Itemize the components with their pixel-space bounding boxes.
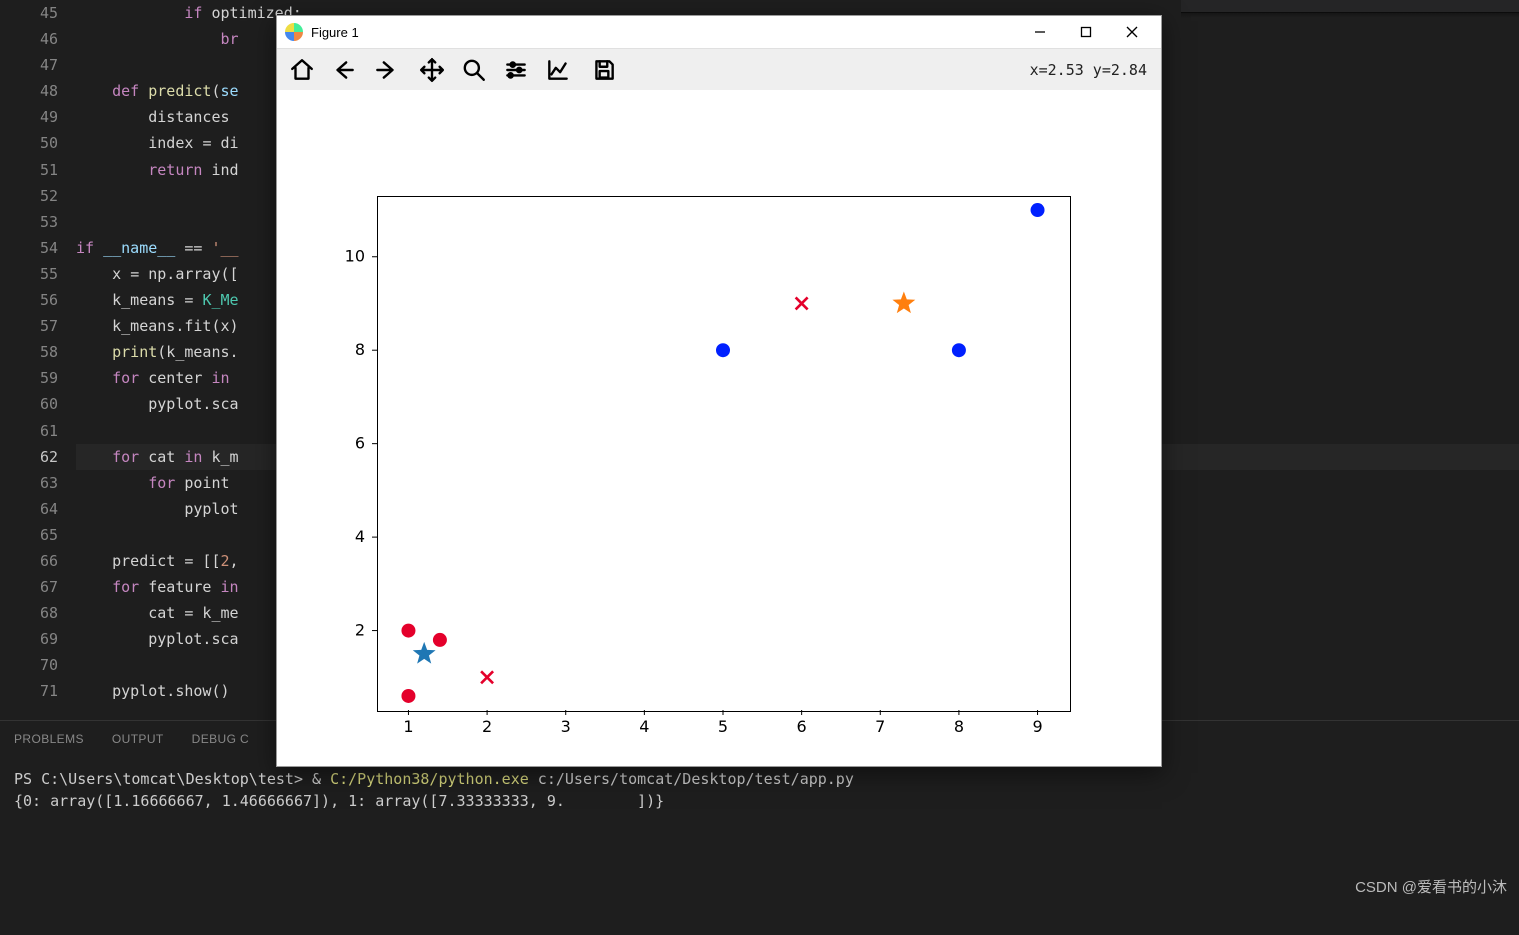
terminal-exe: C:/Python38/python.exe	[330, 770, 538, 788]
plot-axes	[377, 196, 1071, 712]
pan-icon[interactable]	[415, 53, 449, 87]
terminal[interactable]: PS C:\Users\tomcat\Desktop\test> & C:/Py…	[0, 760, 1519, 935]
svg-text:10: 10	[345, 247, 365, 266]
svg-text:9: 9	[1032, 717, 1042, 736]
save-icon[interactable]	[587, 53, 621, 87]
tab-debug-console[interactable]: DEBUG C	[192, 732, 249, 746]
matplotlib-icon	[285, 23, 303, 41]
svg-text:1: 1	[403, 717, 413, 736]
cursor-coordinates: x=2.53 y=2.84	[1030, 61, 1153, 79]
zoom-icon[interactable]	[457, 53, 491, 87]
forward-icon[interactable]	[369, 53, 403, 87]
terminal-prompt: PS C:\Users\tomcat\Desktop\test>	[14, 770, 312, 788]
terminal-output-line: {0: array([1.16666667, 1.46666667]), 1: …	[14, 792, 664, 810]
matplotlib-figure-window: Figure 1 x=2.53 y=2.84 1 2 3 4 5 6 7 8 9 2 4 6 8 10	[276, 15, 1162, 767]
close-button[interactable]	[1109, 17, 1155, 47]
svg-text:2: 2	[482, 717, 492, 736]
terminal-amp: &	[312, 770, 330, 788]
window-title: Figure 1	[311, 25, 359, 40]
svg-text:6: 6	[355, 434, 365, 453]
terminal-arg: c:/Users/tomcat/Desktop/test/app.py	[538, 770, 854, 788]
watermark: CSDN @爱看书的小沐	[1355, 876, 1507, 897]
svg-text:8: 8	[954, 717, 964, 736]
svg-text:3: 3	[561, 717, 571, 736]
svg-text:4: 4	[639, 717, 649, 736]
svg-text:8: 8	[355, 340, 365, 359]
back-icon[interactable]	[327, 53, 361, 87]
svg-text:7: 7	[875, 717, 885, 736]
tab-output[interactable]: OUTPUT	[112, 732, 164, 746]
minimize-button[interactable]	[1017, 17, 1063, 47]
matplotlib-toolbar: x=2.53 y=2.84	[277, 48, 1161, 92]
svg-text:5: 5	[718, 717, 728, 736]
configure-subplots-icon[interactable]	[499, 53, 533, 87]
line-number-gutter: 4546474849505152535455565758596061626364…	[0, 0, 76, 720]
svg-text:2: 2	[355, 621, 365, 640]
edit-axis-icon[interactable]	[541, 53, 575, 87]
window-titlebar[interactable]: Figure 1	[277, 16, 1161, 48]
maximize-button[interactable]	[1063, 17, 1109, 47]
svg-text:6: 6	[797, 717, 807, 736]
plot-svg	[377, 196, 1071, 712]
tab-problems[interactable]: PROBLEMS	[14, 732, 84, 746]
plot-canvas[interactable]: 1 2 3 4 5 6 7 8 9 2 4 6 8 10	[277, 90, 1161, 766]
svg-text:4: 4	[355, 527, 365, 546]
home-icon[interactable]	[285, 53, 319, 87]
